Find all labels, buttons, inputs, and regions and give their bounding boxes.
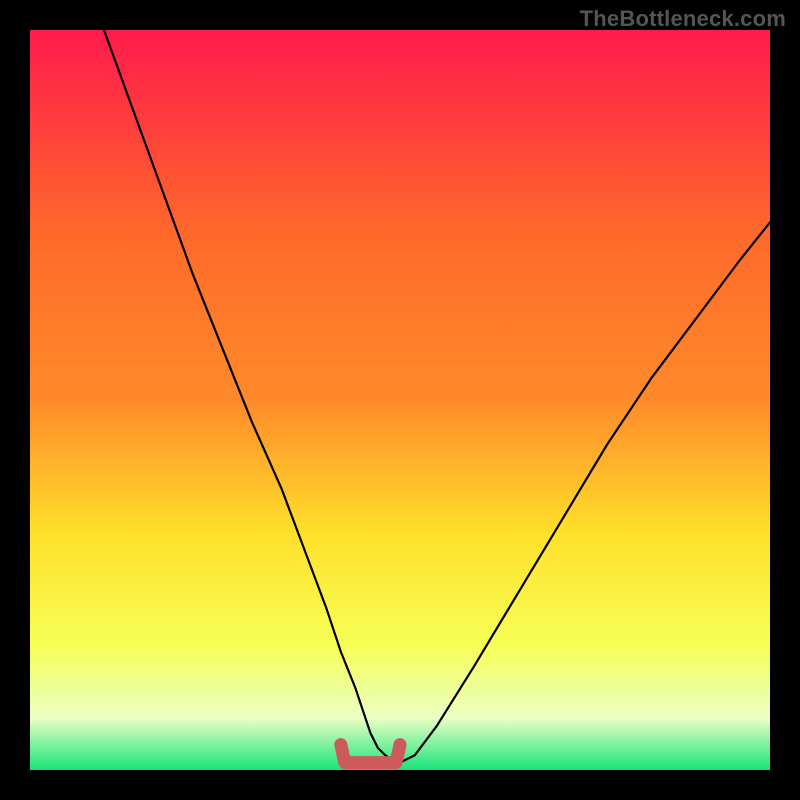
plot-area [30,30,770,770]
chart-frame: TheBottleneck.com [0,0,800,800]
bottleneck-chart [30,30,770,770]
gradient-background [30,30,770,770]
watermark-text: TheBottleneck.com [580,6,786,32]
